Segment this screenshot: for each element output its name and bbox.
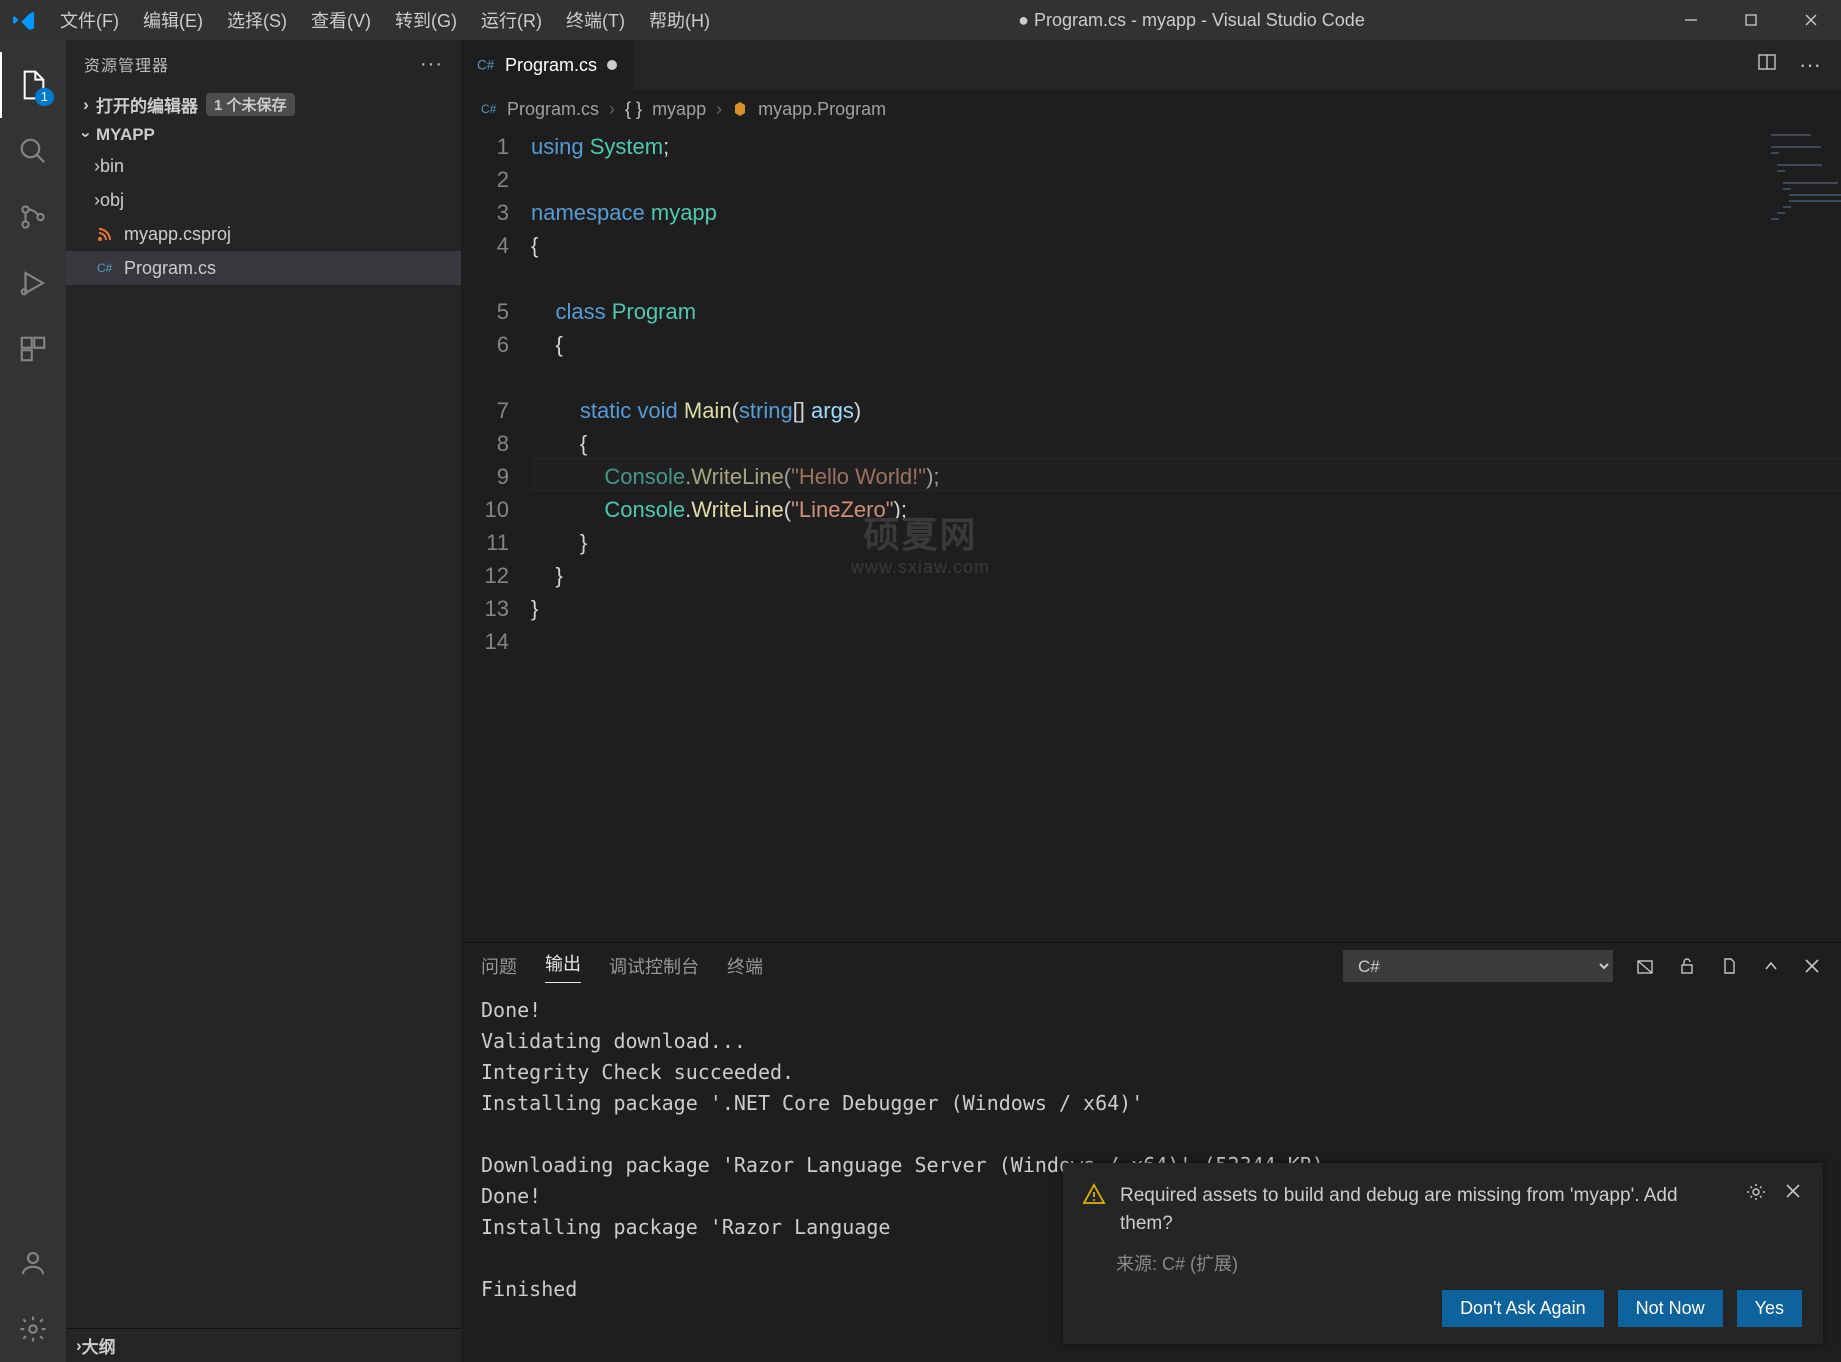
explorer-sidebar: 资源管理器 ··· › 打开的编辑器 1 个未保存 › MYAPP ›bin ›… [66, 40, 461, 1362]
crumb-file[interactable]: Program.cs [507, 99, 599, 120]
chevron-up-icon[interactable] [1761, 956, 1781, 976]
tree-folder-bin[interactable]: ›bin [66, 149, 461, 183]
menu-terminal[interactable]: 终端(T) [554, 7, 637, 33]
activity-scm[interactable] [0, 184, 66, 250]
close-button[interactable] [1781, 0, 1841, 40]
menu-help[interactable]: 帮助(H) [637, 7, 722, 33]
notif-dont-ask-button[interactable]: Don't Ask Again [1442, 1290, 1604, 1327]
sidebar-title: 资源管理器 [84, 52, 169, 76]
unsaved-count: 1 个未保存 [206, 93, 295, 116]
csharp-icon: C# [477, 56, 495, 74]
csharp-icon: C# [481, 101, 497, 117]
tab-more-icon[interactable]: ··· [1799, 52, 1821, 78]
notif-yes-button[interactable]: Yes [1737, 1290, 1802, 1327]
split-editor-icon[interactable] [1757, 52, 1777, 78]
notification-source: 来源: C# (扩展) [1116, 1250, 1802, 1276]
title-bar: 文件(F) 编辑(E) 选择(S) 查看(V) 转到(G) 运行(R) 终端(T… [0, 0, 1841, 40]
warning-icon [1082, 1182, 1106, 1238]
activity-debug[interactable] [0, 250, 66, 316]
minimap[interactable] [1761, 128, 1841, 942]
open-editors-section[interactable]: › 打开的编辑器 1 个未保存 [66, 88, 461, 121]
line-gutter: 1234 56 7891011121314 [461, 128, 531, 942]
minimize-button[interactable] [1661, 0, 1721, 40]
lock-icon[interactable] [1677, 956, 1697, 976]
outline-section[interactable]: › 大纲 [66, 1328, 461, 1362]
breadcrumb[interactable]: C# Program.cs › { } myapp › myapp.Progra… [461, 90, 1841, 128]
tree-file-program[interactable]: C#Program.cs [66, 251, 461, 285]
panel-tab-terminal[interactable]: 终端 [727, 953, 763, 979]
close-panel-icon[interactable] [1803, 957, 1821, 975]
activity-settings[interactable] [0, 1296, 66, 1362]
menu-selection[interactable]: 选择(S) [215, 7, 299, 33]
namespace-icon: { } [625, 99, 642, 120]
crumb-class[interactable]: myapp.Program [758, 99, 886, 120]
tab-label: Program.cs [505, 55, 597, 76]
menu-edit[interactable]: 编辑(E) [131, 7, 215, 33]
panel-tabs: 问题 输出 调试控制台 终端 C# [461, 943, 1841, 989]
tree-file-csproj[interactable]: myapp.csproj [66, 217, 461, 251]
activity-extensions[interactable] [0, 316, 66, 382]
svg-text:C#: C# [477, 58, 495, 73]
chevron-right-icon: › [76, 95, 96, 115]
panel-tab-debug-console[interactable]: 调试控制台 [609, 953, 699, 979]
notification-toast: Required assets to build and debug are m… [1063, 1163, 1823, 1344]
code-lines[interactable]: using System; namespace myapp { class Pr… [531, 128, 1841, 942]
project-name: MYAPP [96, 125, 155, 145]
crumb-namespace[interactable]: myapp [652, 99, 706, 120]
gear-icon[interactable] [1746, 1182, 1766, 1238]
clear-output-icon[interactable] [1635, 956, 1655, 976]
open-editors-label: 打开的编辑器 [96, 92, 198, 117]
project-section[interactable]: › MYAPP [66, 121, 461, 149]
notification-message: Required assets to build and debug are m… [1120, 1182, 1732, 1238]
svg-text:C#: C# [481, 102, 497, 116]
file-tree: ›bin ›obj myapp.csproj C#Program.cs [66, 149, 461, 285]
activity-account[interactable] [0, 1230, 66, 1296]
code-editor[interactable]: 1234 56 7891011121314 using System; name… [461, 128, 1841, 942]
output-channel-select[interactable]: C# [1343, 950, 1613, 982]
tab-bar: C# Program.cs ··· [461, 40, 1841, 90]
rss-icon [94, 226, 116, 242]
svg-text:C#: C# [97, 261, 113, 275]
panel-tab-output[interactable]: 输出 [545, 950, 581, 983]
menu-view[interactable]: 查看(V) [299, 7, 383, 33]
csharp-icon: C# [94, 260, 116, 276]
class-icon [732, 101, 748, 117]
activity-bar: 1 [0, 40, 66, 1362]
chevron-down-icon: › [76, 125, 96, 145]
sidebar-more-icon[interactable]: ··· [420, 53, 443, 76]
vscode-logo-icon [0, 9, 48, 31]
menu-go[interactable]: 转到(G) [383, 7, 469, 33]
tree-folder-obj[interactable]: ›obj [66, 183, 461, 217]
menu-file[interactable]: 文件(F) [48, 7, 131, 33]
notif-not-now-button[interactable]: Not Now [1618, 1290, 1723, 1327]
activity-search[interactable] [0, 118, 66, 184]
maximize-button[interactable] [1721, 0, 1781, 40]
dirty-indicator-icon [607, 60, 617, 70]
window-title: ● Program.cs - myapp - Visual Studio Cod… [722, 10, 1661, 31]
menu-bar: 文件(F) 编辑(E) 选择(S) 查看(V) 转到(G) 运行(R) 终端(T… [48, 7, 722, 33]
panel-tab-problems[interactable]: 问题 [481, 953, 517, 979]
open-file-icon[interactable] [1719, 956, 1739, 976]
tab-program[interactable]: C# Program.cs [461, 40, 633, 90]
close-icon[interactable] [1784, 1182, 1802, 1238]
activity-explorer[interactable]: 1 [0, 52, 66, 118]
current-line-highlight [531, 458, 1841, 491]
explorer-badge: 1 [35, 88, 54, 106]
menu-run[interactable]: 运行(R) [469, 7, 554, 33]
